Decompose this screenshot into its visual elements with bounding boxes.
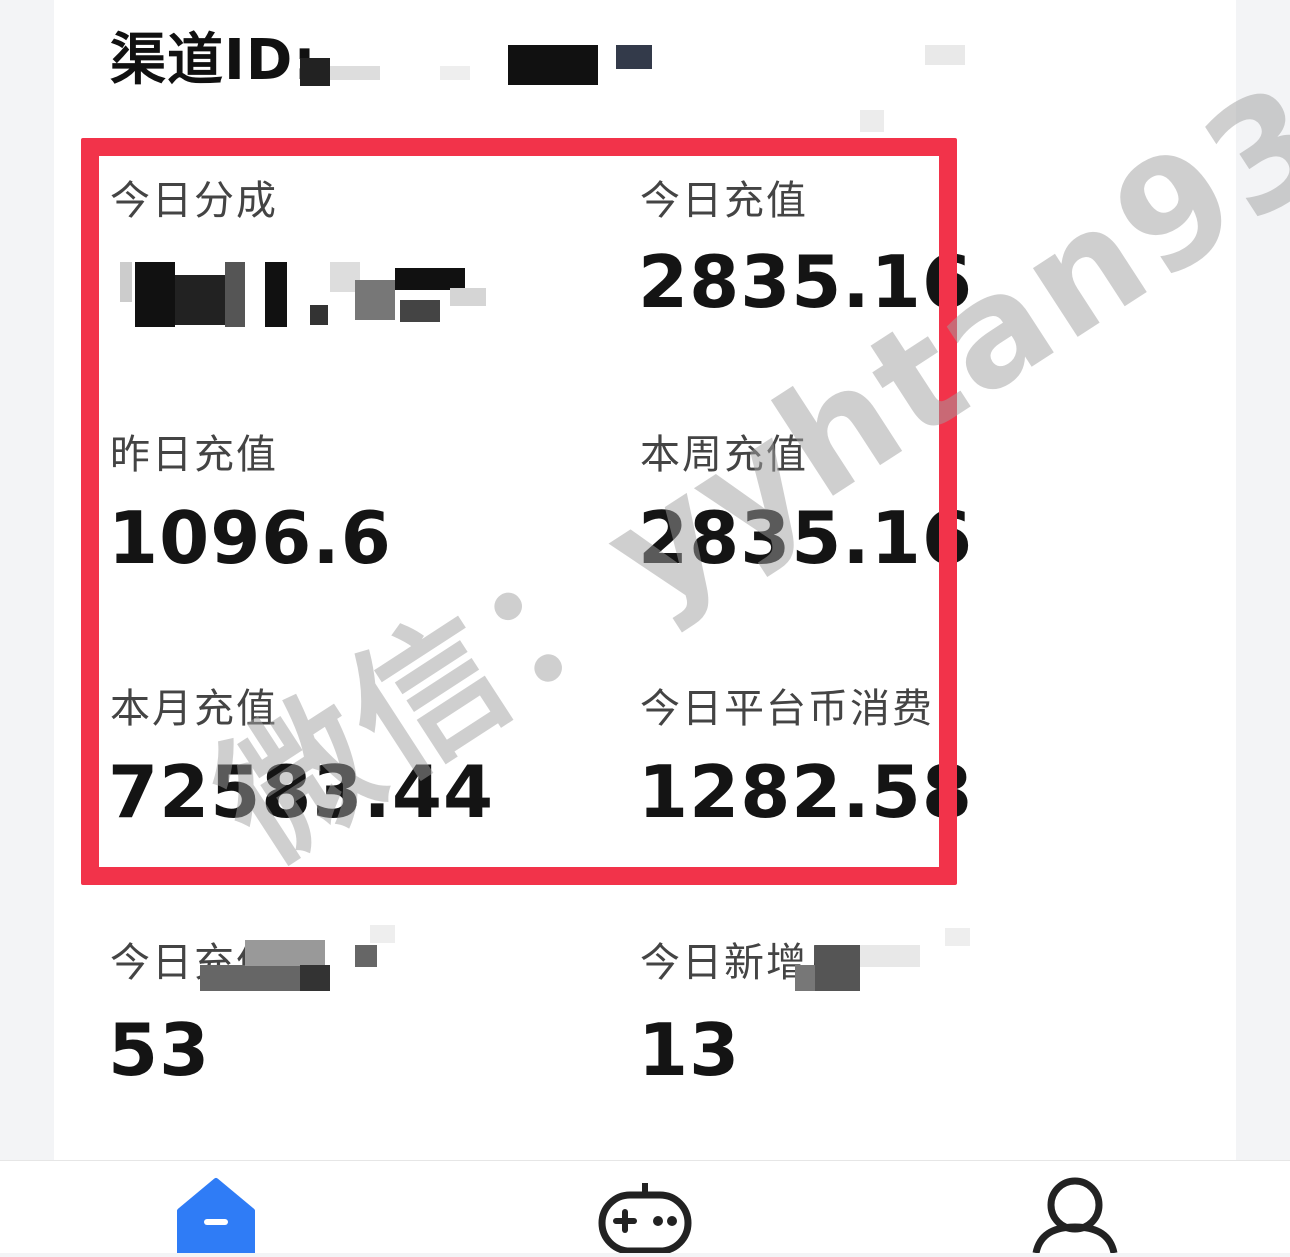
channel-id-row: 渠道ID: — [110, 20, 317, 93]
channel-id-label: 渠道ID: — [110, 27, 317, 93]
tab-home[interactable] — [176, 1177, 256, 1257]
tab-games[interactable] — [598, 1181, 692, 1257]
highlight-box — [81, 138, 957, 885]
today-recharge-users-value: 53 — [108, 1008, 211, 1092]
gamepad-icon — [598, 1183, 692, 1255]
home-icon — [177, 1178, 255, 1256]
today-new-users-value: 13 — [638, 1008, 741, 1092]
tab-profile[interactable] — [1030, 1175, 1120, 1257]
bottom-tab-bar — [0, 1160, 1290, 1256]
user-icon — [1032, 1177, 1118, 1254]
